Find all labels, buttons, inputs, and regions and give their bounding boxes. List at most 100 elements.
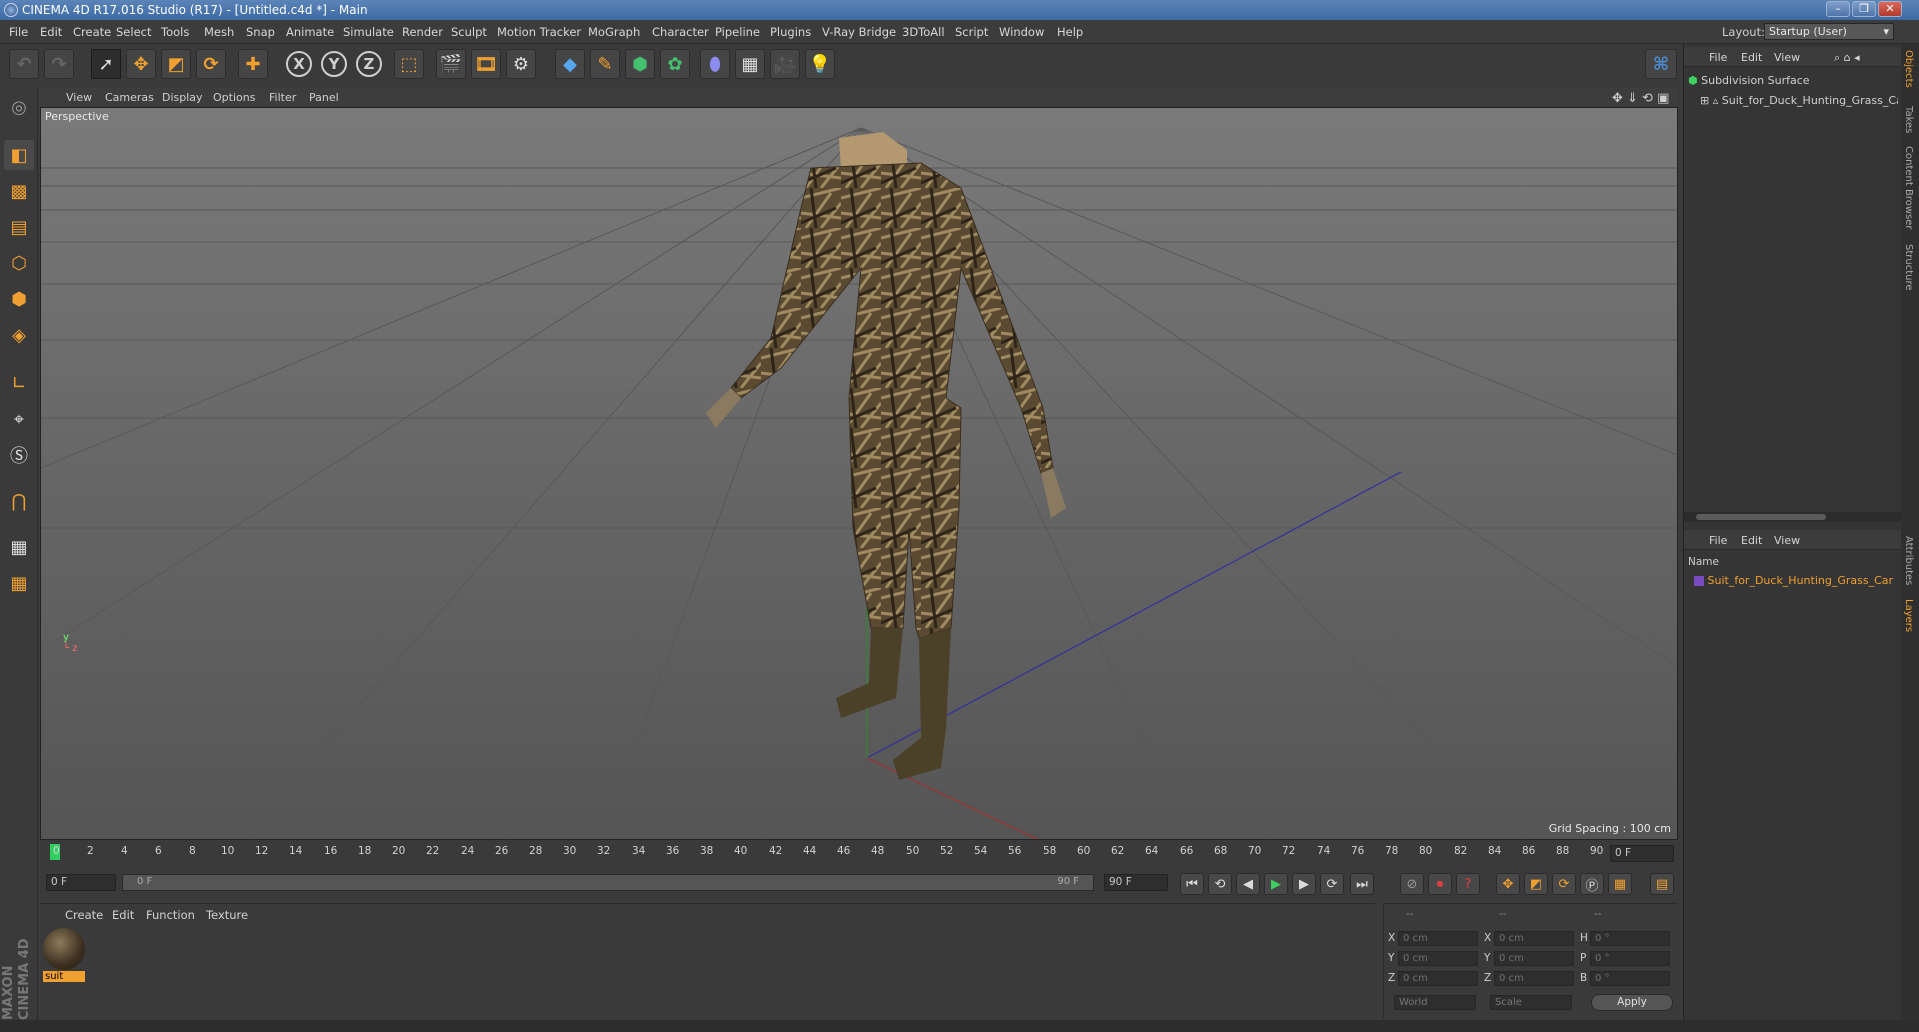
viewport-menu-options[interactable]: Options bbox=[213, 91, 255, 104]
apply-button[interactable]: Apply bbox=[1591, 994, 1673, 1011]
deformer-icon[interactable]: ⬮ bbox=[700, 49, 730, 79]
material-menu-edit[interactable]: Edit bbox=[112, 908, 134, 922]
material-swatch[interactable]: suit bbox=[43, 928, 85, 986]
hunting-suit-model[interactable] bbox=[706, 132, 1066, 780]
autokey-icon[interactable]: ⏺ bbox=[1428, 873, 1452, 895]
key-pla-icon[interactable]: ▦ bbox=[1608, 873, 1632, 895]
camera-icon[interactable]: 🎥 bbox=[770, 49, 800, 79]
material-menu-function[interactable]: Function bbox=[146, 908, 195, 922]
grid-planar-icon[interactable]: ▦ bbox=[4, 568, 34, 598]
next-frame-icon[interactable]: ▶ bbox=[1292, 873, 1316, 895]
previous-frame-icon[interactable]: ◀ bbox=[1236, 873, 1260, 895]
rotation-h-field[interactable]: 0 ° bbox=[1590, 931, 1670, 946]
viewport-navigation-icons[interactable]: ✥ ⇓ ⟲ ▣ bbox=[1612, 91, 1669, 106]
object-menu-file[interactable]: File bbox=[1709, 51, 1727, 64]
z-axis-lock[interactable]: Z bbox=[354, 49, 384, 79]
move-icon[interactable]: ✥ bbox=[126, 49, 156, 79]
axis-mode-icon[interactable]: ∟ bbox=[4, 368, 34, 398]
menu-render[interactable]: Render bbox=[402, 25, 443, 39]
tab-structure[interactable]: Structure bbox=[1903, 244, 1914, 291]
points-mode-icon[interactable]: ⬡ bbox=[4, 248, 34, 278]
viewport-menu-panel[interactable]: Panel bbox=[309, 91, 339, 104]
key-rotation-icon[interactable]: ⟳ bbox=[1552, 873, 1576, 895]
y-axis-lock[interactable]: Y bbox=[319, 49, 349, 79]
size-y-field[interactable]: 0 cm bbox=[1494, 951, 1574, 966]
polygons-mode-icon[interactable]: ◈ bbox=[4, 320, 34, 350]
horizontal-scrollbar[interactable] bbox=[1684, 512, 1902, 522]
live-selection-icon[interactable]: ➚ bbox=[91, 49, 121, 79]
rotate-icon[interactable]: ⟳ bbox=[196, 49, 226, 79]
menu-3dtoall[interactable]: 3DToAll bbox=[902, 25, 945, 39]
menu-tools[interactable]: Tools bbox=[161, 25, 189, 39]
layer-menu-file[interactable]: File bbox=[1709, 534, 1727, 547]
menu-animate[interactable]: Animate bbox=[286, 25, 334, 39]
go-to-end-icon[interactable]: ⏭ bbox=[1350, 873, 1374, 895]
menu-pipeline[interactable]: Pipeline bbox=[715, 25, 760, 39]
menu-sculpt[interactable]: Sculpt bbox=[451, 25, 487, 39]
undo-icon[interactable]: ↶ bbox=[9, 49, 39, 79]
key-parameter-icon[interactable]: Ⓟ bbox=[1580, 873, 1604, 895]
redo-icon[interactable]: ↷ bbox=[44, 49, 74, 79]
menu-vray-bridge[interactable]: V-Ray Bridge bbox=[822, 25, 896, 39]
scrollbar-thumb[interactable] bbox=[1696, 514, 1826, 520]
tab-attributes[interactable]: Attributes bbox=[1903, 536, 1914, 585]
menu-snap[interactable]: Snap bbox=[246, 25, 275, 39]
tab-content-browser[interactable]: Content Browser bbox=[1903, 146, 1914, 229]
tweak-mode-icon[interactable]: ⌖ bbox=[4, 404, 34, 434]
workplane-mode-icon[interactable]: ▤ bbox=[4, 212, 34, 242]
position-x-field[interactable]: 0 cm bbox=[1398, 931, 1478, 946]
cube-primitive-icon[interactable]: ◆ bbox=[555, 49, 585, 79]
position-y-field[interactable]: 0 cm bbox=[1398, 951, 1478, 966]
play-icon[interactable]: ▶ bbox=[1264, 873, 1288, 895]
size-x-field[interactable]: 0 cm bbox=[1494, 931, 1574, 946]
scale-icon[interactable]: ◩ bbox=[161, 49, 191, 79]
timeline-ruler[interactable]: 0 2 4 6 8 10 12 14 16 18 20 22 24 26 28 … bbox=[40, 843, 1678, 865]
floor-icon[interactable]: ▦ bbox=[735, 49, 765, 79]
menu-edit[interactable]: Edit bbox=[40, 25, 62, 39]
viewport-menu-cameras[interactable]: Cameras bbox=[105, 91, 154, 104]
menu-mesh[interactable]: Mesh bbox=[204, 25, 234, 39]
workplane-lock-icon[interactable]: ▦ bbox=[4, 532, 34, 562]
size-mode-dropdown[interactable]: Scale bbox=[1490, 995, 1572, 1010]
edges-mode-icon[interactable]: ⬢ bbox=[4, 284, 34, 314]
menu-simulate[interactable]: Simulate bbox=[343, 25, 394, 39]
menu-create[interactable]: Create bbox=[73, 25, 111, 39]
coordinate-system-icon[interactable]: ⬚ bbox=[394, 49, 424, 79]
viewport-menu-filter[interactable]: Filter bbox=[269, 91, 296, 104]
menu-motion-tracker[interactable]: Motion Tracker bbox=[497, 25, 581, 39]
menu-character[interactable]: Character bbox=[652, 25, 709, 39]
next-key-icon[interactable]: ⟳ bbox=[1320, 873, 1344, 895]
start-frame-field[interactable]: 0 F bbox=[46, 874, 116, 891]
size-z-field[interactable]: 0 cm bbox=[1494, 971, 1574, 986]
menu-script[interactable]: Script bbox=[955, 25, 988, 39]
object-tree-item[interactable]: ⬢ Subdivision Surface bbox=[1688, 74, 1810, 87]
perspective-viewport[interactable]: Perspective y └ z Grid Spacing : 100 cm bbox=[40, 107, 1678, 840]
cloner-icon[interactable]: ✿ bbox=[660, 49, 690, 79]
light-icon[interactable]: 💡 bbox=[805, 49, 835, 79]
coordinate-mode-dropdown[interactable]: World bbox=[1394, 995, 1476, 1010]
frame-range-slider[interactable]: 0 F 90 F bbox=[122, 874, 1094, 891]
menu-plugins[interactable]: Plugins bbox=[770, 25, 811, 39]
viewport-menu-view[interactable]: View bbox=[66, 91, 92, 104]
go-to-start-icon[interactable]: ⏮ bbox=[1180, 873, 1204, 895]
end-frame-field[interactable]: 90 F bbox=[1104, 874, 1168, 891]
tab-takes[interactable]: Takes bbox=[1903, 106, 1914, 133]
rotation-b-field[interactable]: 0 ° bbox=[1590, 971, 1670, 986]
tab-objects[interactable]: Objects bbox=[1903, 50, 1914, 88]
render-settings-icon[interactable]: ⚙ bbox=[506, 49, 536, 79]
spline-pen-icon[interactable]: ✎ bbox=[590, 49, 620, 79]
model-mode-icon[interactable]: ◧ bbox=[4, 140, 34, 170]
texture-mode-icon[interactable]: ▩ bbox=[4, 176, 34, 206]
make-editable-icon[interactable]: ◎ bbox=[4, 92, 34, 122]
add-object-icon[interactable]: ✚ bbox=[238, 49, 268, 79]
menu-file[interactable]: File bbox=[9, 25, 28, 39]
layer-menu-view[interactable]: View bbox=[1774, 534, 1800, 547]
menu-window[interactable]: Window bbox=[999, 25, 1044, 39]
maximize-button[interactable]: ❐ bbox=[1852, 1, 1876, 17]
keyframe-selection-icon[interactable]: ? bbox=[1456, 873, 1480, 895]
close-button[interactable]: ✕ bbox=[1878, 1, 1902, 17]
python-icon[interactable]: ⌘ bbox=[1645, 49, 1677, 79]
object-menu-view[interactable]: View bbox=[1774, 51, 1800, 64]
position-z-field[interactable]: 0 cm bbox=[1398, 971, 1478, 986]
material-menu-texture[interactable]: Texture bbox=[206, 908, 248, 922]
